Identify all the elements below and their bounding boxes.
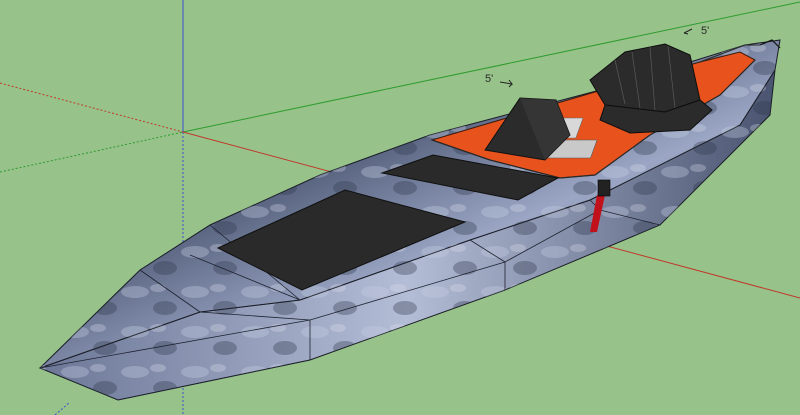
dimension-label: 5': [485, 73, 494, 85]
side-bracket: [597, 179, 611, 197]
3d-scene[interactable]: [0, 0, 800, 415]
dimension-label: 5': [701, 25, 710, 37]
modeling-viewport[interactable]: 5' 5': [0, 0, 800, 415]
